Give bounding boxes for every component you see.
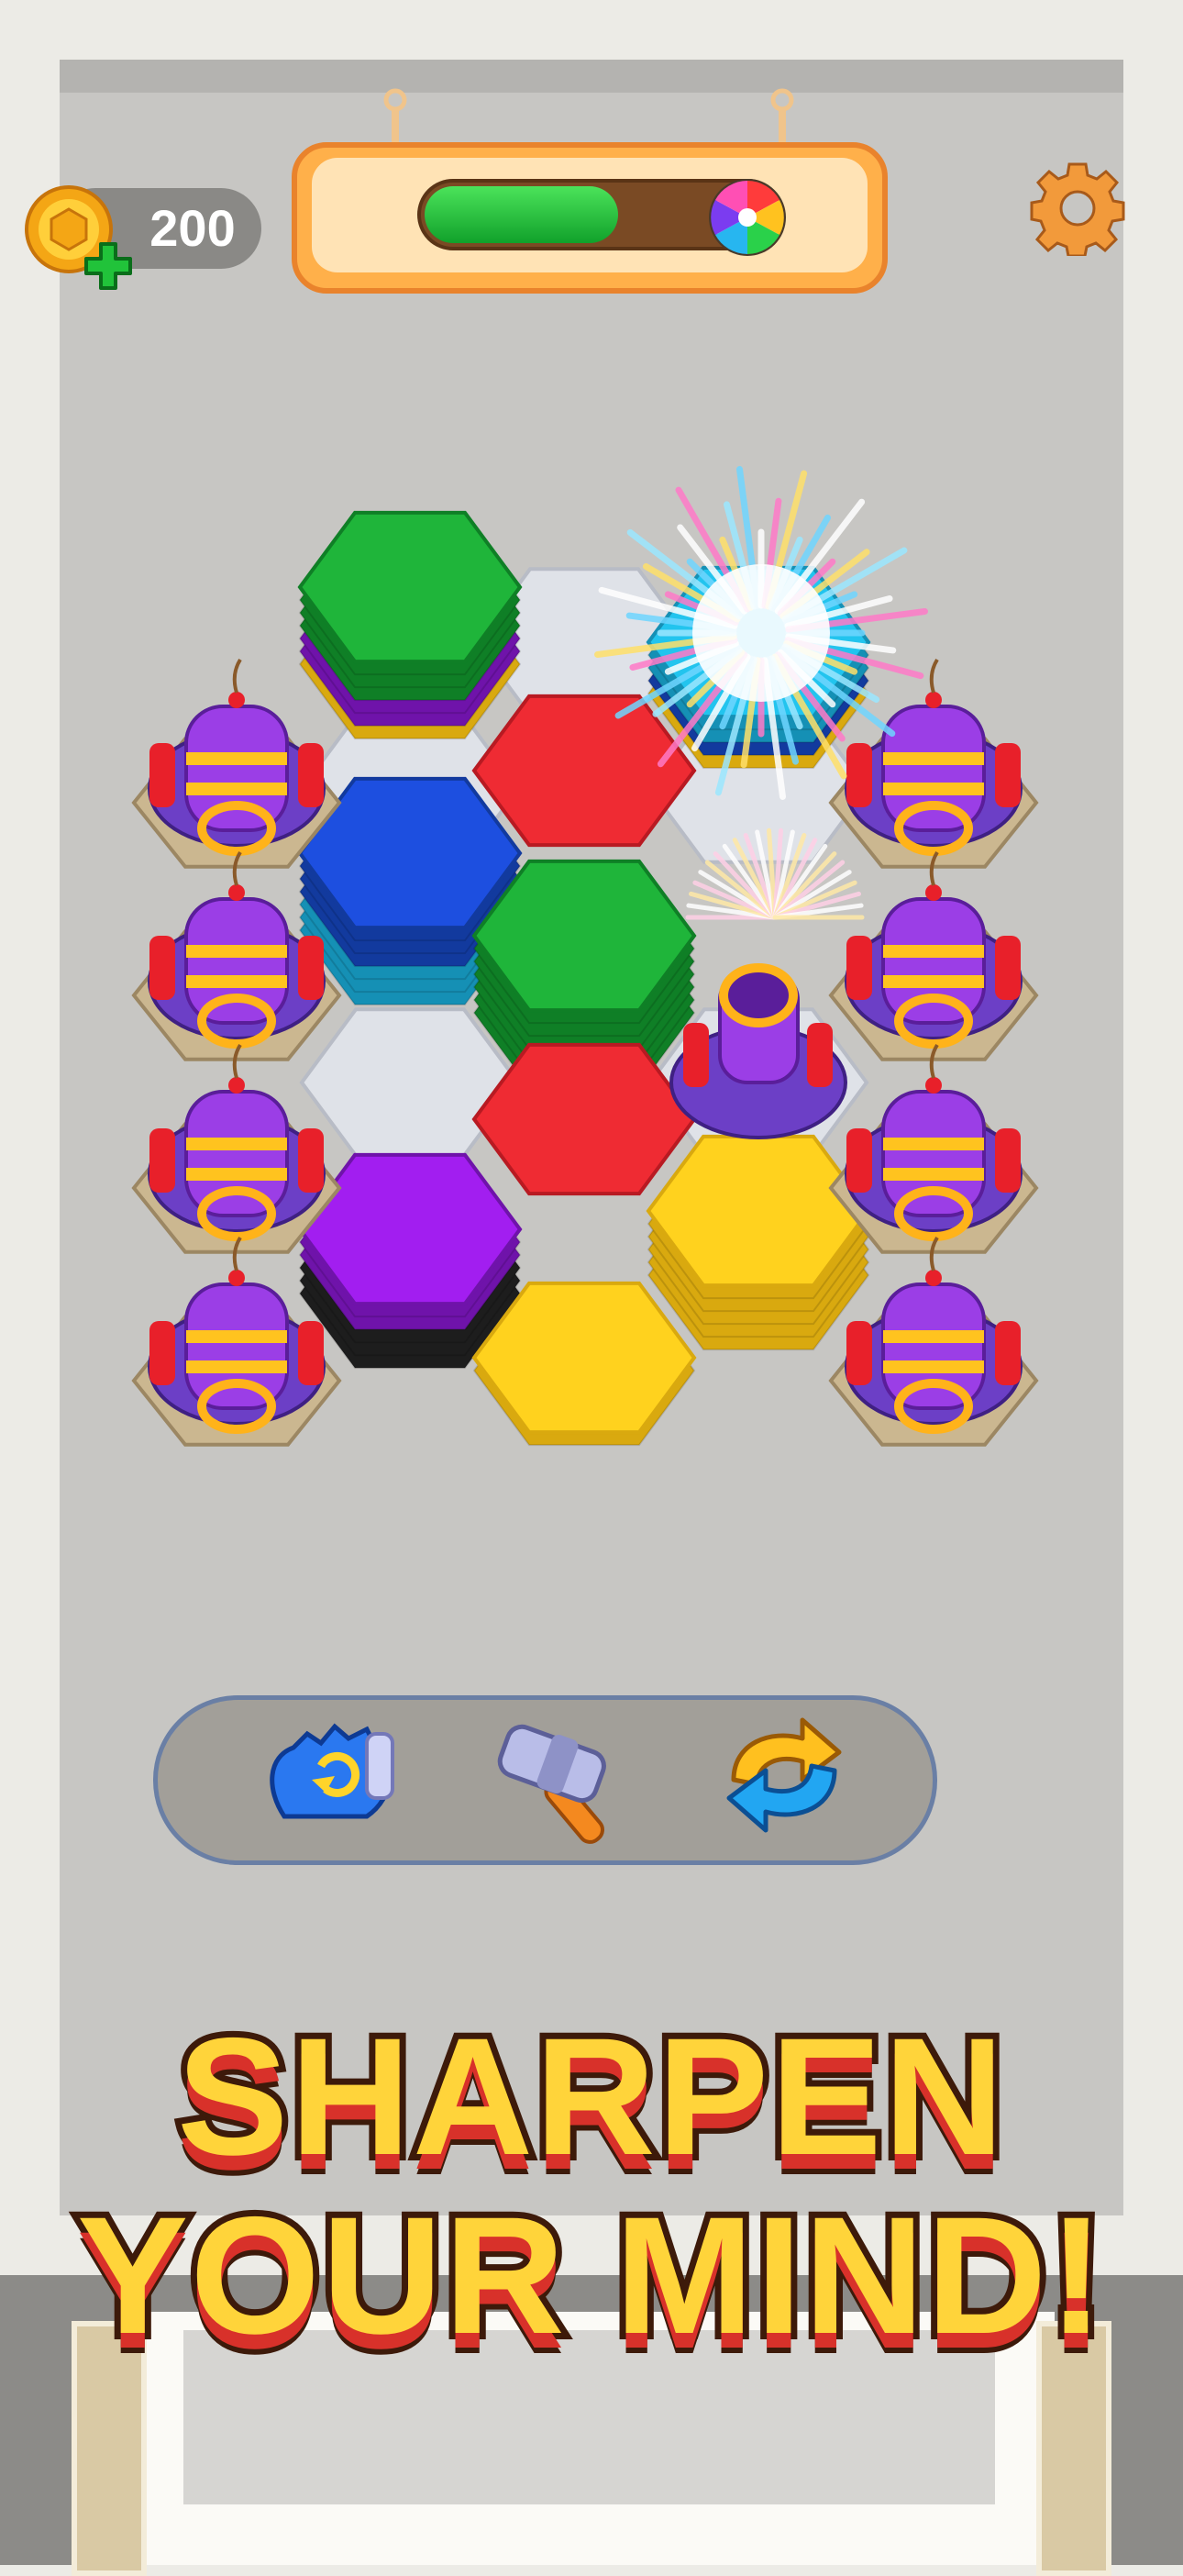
- hex-stack-yellow-right[interactable]: [646, 1134, 871, 1351]
- slogan-line-1: SHARPEN: [171, 2003, 1011, 2190]
- hammer-icon: [497, 1724, 606, 1844]
- firework-cannon-center[interactable]: [669, 963, 847, 1139]
- hex-stack-red-top[interactable]: [471, 694, 697, 848]
- slogan-line-2: YOUR MIND!: [71, 2182, 1111, 2369]
- shuffle-arrows-icon: [726, 1717, 842, 1833]
- game-screen: 200 SHARPEN YOUR MIND!: [0, 0, 1183, 2576]
- booster-swap-glove-button[interactable]: [257, 1715, 408, 1844]
- firework-cannon-left-1[interactable]: [131, 658, 342, 869]
- hex-top-red: [471, 694, 697, 848]
- booster-shuffle-button[interactable]: [715, 1711, 853, 1839]
- booster-hammer-button[interactable]: [491, 1715, 642, 1844]
- firework-cannon-right-2[interactable]: [828, 850, 1039, 1061]
- hex-board[interactable]: [0, 0, 1183, 1615]
- hex-stack-green-top[interactable]: [297, 510, 523, 740]
- glove-swap-icon: [270, 1723, 394, 1819]
